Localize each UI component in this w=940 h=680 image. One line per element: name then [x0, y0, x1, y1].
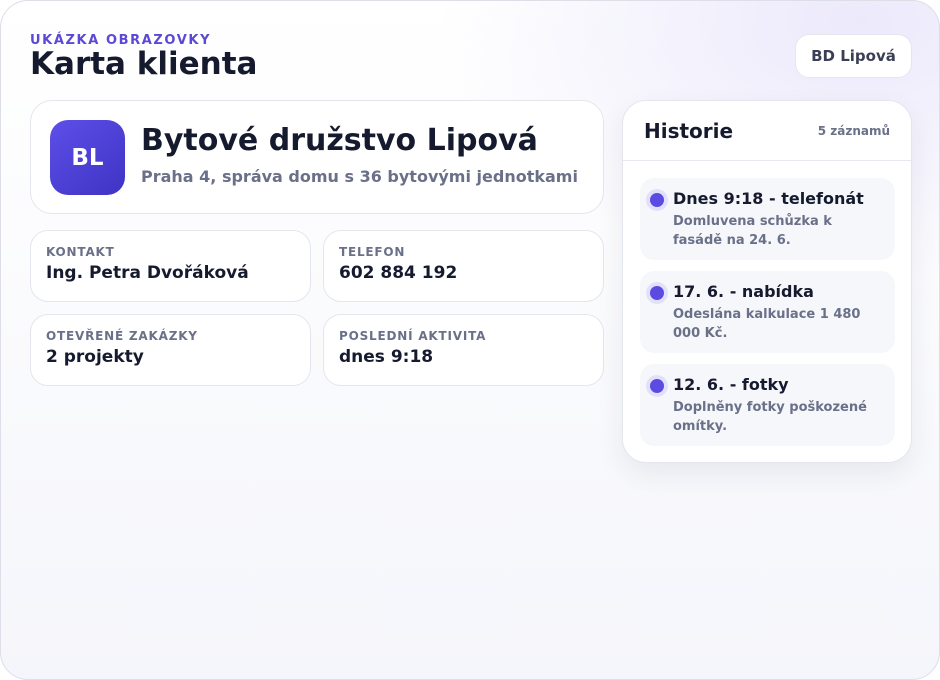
history-count: 5 záznamů [817, 123, 890, 138]
history-title: Historie [644, 118, 734, 143]
info-card-contact: KONTAKT Ing. Petra Dvořáková [30, 230, 311, 302]
timeline-dot-icon [650, 286, 664, 300]
history-entry-title: 12. 6. - fotky [673, 375, 789, 394]
info-card-phone: TELEFON 602 884 192 [323, 230, 604, 302]
history-entry-text: Doplněny fotky poškozené omítky. [673, 400, 867, 434]
history-entry[interactable]: 12. 6. - fotky Doplněny fotky poškozené … [640, 364, 895, 446]
info-label: KONTAKT [46, 245, 115, 259]
timeline-dot-icon [650, 379, 664, 393]
timeline-dot-icon [650, 193, 664, 207]
info-card-open-orders: OTEVŘENÉ ZAKÁZKY 2 projekty [30, 314, 311, 386]
client-summary-card: BL Bytové družstvo Lipová Praha 4, správ… [30, 100, 604, 214]
info-label: POSLEDNÍ AKTIVITA [339, 329, 487, 343]
info-value: 602 884 192 [339, 263, 458, 283]
history-header: Historie 5 záznamů [623, 101, 911, 161]
history-entry[interactable]: 17. 6. - nabídka Odeslána kalkulace 1 48… [640, 271, 895, 353]
info-label: OTEVŘENÉ ZAKÁZKY [46, 329, 198, 343]
info-label: TELEFON [339, 245, 406, 259]
client-chip-button[interactable]: BD Lipová [795, 34, 912, 78]
history-entry-text: Domluvena schůzka k fasádě na 24. 6. [673, 214, 832, 248]
client-subtitle: Praha 4, správa domu s 36 bytovými jedno… [141, 167, 578, 186]
info-value: 2 projekty [46, 347, 144, 367]
info-card-last-activity: POSLEDNÍ AKTIVITA dnes 9:18 [323, 314, 604, 386]
info-value: Ing. Petra Dvořáková [46, 263, 249, 283]
history-entry[interactable]: Dnes 9:18 - telefonát Domluvena schůzka … [640, 178, 895, 260]
client-name: Bytové družstvo Lipová [141, 123, 538, 158]
history-panel: Historie 5 záznamů Dnes 9:18 - telefonát… [622, 100, 912, 463]
history-entry-title: Dnes 9:18 - telefonát [673, 189, 864, 208]
client-avatar: BL [50, 120, 125, 195]
page-title: Karta klienta [30, 46, 258, 82]
info-value: dnes 9:18 [339, 347, 434, 367]
app-window: UKÁZKA OBRAZOVKY Karta klienta BD Lipová… [0, 0, 940, 680]
history-entry-text: Odeslána kalkulace 1 480 000 Kč. [673, 307, 861, 341]
history-entry-title: 17. 6. - nabídka [673, 282, 814, 301]
